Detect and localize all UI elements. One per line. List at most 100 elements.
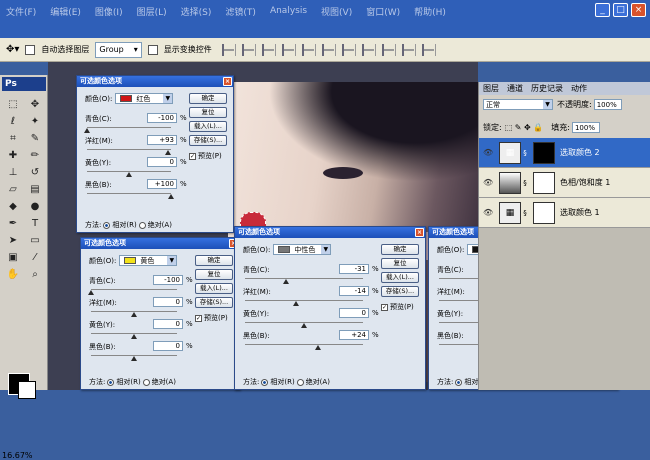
crop-tool-icon[interactable]: ⌗	[4, 131, 22, 145]
menu-view[interactable]: 视图(V)	[321, 5, 352, 18]
fill-field[interactable]: 100%	[571, 122, 600, 133]
close-icon[interactable]: ×	[415, 228, 424, 237]
magenta-slider-track[interactable]	[245, 300, 363, 301]
cyan-field[interactable]: -100	[153, 275, 183, 285]
preview-checkbox[interactable]: ✓	[381, 303, 388, 311]
magenta-field[interactable]: 0	[153, 297, 183, 307]
relative-radio[interactable]	[103, 221, 111, 229]
menu-layer[interactable]: 图层(L)	[137, 5, 167, 18]
absolute-radio[interactable]	[142, 378, 150, 386]
cyan-slider-knob[interactable]	[88, 290, 94, 295]
brush-tool-icon[interactable]: ✏	[26, 148, 44, 162]
layer-row-3[interactable]: 👁 ▦ § 选取颜色 1	[479, 198, 650, 228]
distribute-icon[interactable]	[341, 43, 356, 56]
align-bottom-icon[interactable]	[261, 43, 276, 56]
menu-analysis[interactable]: Analysis	[270, 6, 307, 16]
yellow-slider-knob[interactable]	[131, 334, 137, 339]
menu-image[interactable]: 图像(I)	[95, 5, 123, 18]
move-tool-icon[interactable]: ✥▾	[6, 44, 19, 55]
tab-actions[interactable]: 动作	[571, 83, 587, 94]
yellow-slider-knob[interactable]	[126, 172, 132, 177]
magenta-slider-knob[interactable]	[292, 301, 299, 306]
close-button[interactable]: ×	[631, 3, 646, 17]
black-slider-knob[interactable]	[131, 356, 137, 361]
ok-button[interactable]: 确定	[189, 93, 227, 104]
magenta-field[interactable]: -14	[339, 286, 369, 296]
background-color[interactable]	[18, 381, 36, 399]
black-field[interactable]: +24	[339, 330, 369, 340]
blend-mode-select[interactable]: 正常 ▼	[483, 99, 553, 110]
menu-help[interactable]: 帮助(H)	[414, 5, 446, 18]
auto-select-checkbox[interactable]	[25, 44, 36, 55]
pen-tool-icon[interactable]: ✒	[4, 216, 22, 230]
menu-file[interactable]: 文件(F)	[6, 5, 36, 18]
save-button[interactable]: 存储(S)...	[195, 297, 233, 308]
ok-button[interactable]: 确定	[381, 244, 419, 255]
slice-tool-icon[interactable]: ✎	[26, 131, 44, 145]
menu-filter[interactable]: 滤镜(T)	[225, 5, 256, 18]
reset-button[interactable]: 复位	[195, 269, 233, 280]
load-button[interactable]: 载入(L)...	[195, 283, 233, 294]
notes-tool-icon[interactable]: ▣	[4, 250, 22, 264]
menu-window[interactable]: 窗口(W)	[366, 5, 400, 18]
blur-tool-icon[interactable]: ◆	[4, 199, 22, 213]
load-button[interactable]: 载入(L)...	[189, 121, 227, 132]
tab-layers[interactable]: 图层	[483, 83, 499, 94]
black-slider-track[interactable]	[87, 193, 171, 194]
distribute-icon[interactable]	[361, 43, 376, 56]
yellow-slider-knob[interactable]	[301, 323, 307, 328]
preview-checkbox[interactable]: ✓	[195, 314, 202, 322]
absolute-radio[interactable]	[296, 378, 304, 386]
zoom-tool-icon[interactable]: ⌕	[26, 267, 44, 281]
relative-radio[interactable]	[107, 378, 115, 386]
distribute-icon[interactable]	[381, 43, 396, 56]
eyedropper-icon[interactable]: ⁄	[26, 250, 44, 264]
path-select-icon[interactable]: ➤	[4, 233, 22, 247]
menu-edit[interactable]: 编辑(E)	[50, 5, 81, 18]
eraser-tool-icon[interactable]: ▱	[4, 182, 22, 196]
layer-row-2[interactable]: 👁 § 色相/饱和度 1	[479, 168, 650, 198]
color-select[interactable]: 中性色 ▼	[273, 244, 332, 255]
yellow-field[interactable]: 0	[339, 308, 369, 318]
preview-checkbox[interactable]: ✓	[189, 152, 196, 160]
ok-button[interactable]: 确定	[195, 255, 233, 266]
dodge-tool-icon[interactable]: ●	[26, 199, 44, 213]
align-right-icon[interactable]	[321, 43, 336, 56]
cyan-field[interactable]: -31	[339, 264, 369, 274]
magenta-field[interactable]: +93	[147, 135, 177, 145]
cyan-slider-track[interactable]	[245, 278, 363, 279]
absolute-radio[interactable]	[138, 221, 146, 229]
color-select[interactable]: 红色 ▼	[115, 93, 174, 104]
cyan-slider-knob[interactable]	[84, 128, 90, 133]
shape-tool-icon[interactable]: ▭	[26, 233, 44, 247]
history-brush-icon[interactable]: ↺	[26, 165, 44, 179]
lasso-tool-icon[interactable]: ℓ	[4, 114, 22, 128]
reset-button[interactable]: 复位	[189, 107, 227, 118]
black-slider-track[interactable]	[245, 344, 363, 345]
type-tool-icon[interactable]: T	[26, 216, 44, 230]
show-transform-checkbox[interactable]	[147, 44, 158, 55]
hand-tool-icon[interactable]: ✋	[4, 267, 22, 281]
cyan-field[interactable]: -100	[147, 113, 177, 123]
marquee-tool-icon[interactable]: ⬚	[4, 97, 22, 111]
relative-radio[interactable]	[261, 378, 269, 386]
eye-icon[interactable]: 👁	[483, 148, 495, 157]
magenta-slider-knob[interactable]	[165, 150, 172, 155]
align-top-icon[interactable]	[221, 43, 236, 56]
black-slider-knob[interactable]	[168, 194, 174, 199]
save-button[interactable]: 存储(S)...	[189, 135, 227, 146]
stamp-tool-icon[interactable]: ⊥	[4, 165, 22, 179]
reset-button[interactable]: 复位	[381, 258, 419, 269]
minimize-button[interactable]: _	[595, 3, 610, 17]
load-button[interactable]: 载入(L)...	[381, 272, 419, 283]
cyan-slider-track[interactable]	[87, 127, 171, 128]
yellow-field[interactable]: 0	[147, 157, 177, 167]
black-field[interactable]: 0	[153, 341, 183, 351]
align-vcenter-icon[interactable]	[241, 43, 256, 56]
eye-icon[interactable]: 👁	[483, 208, 495, 217]
black-field[interactable]: +100	[147, 179, 177, 189]
tab-history[interactable]: 历史记录	[531, 83, 563, 94]
maximize-button[interactable]: □	[613, 3, 628, 17]
relative-radio[interactable]	[455, 378, 463, 386]
cyan-slider-knob[interactable]	[282, 279, 289, 284]
